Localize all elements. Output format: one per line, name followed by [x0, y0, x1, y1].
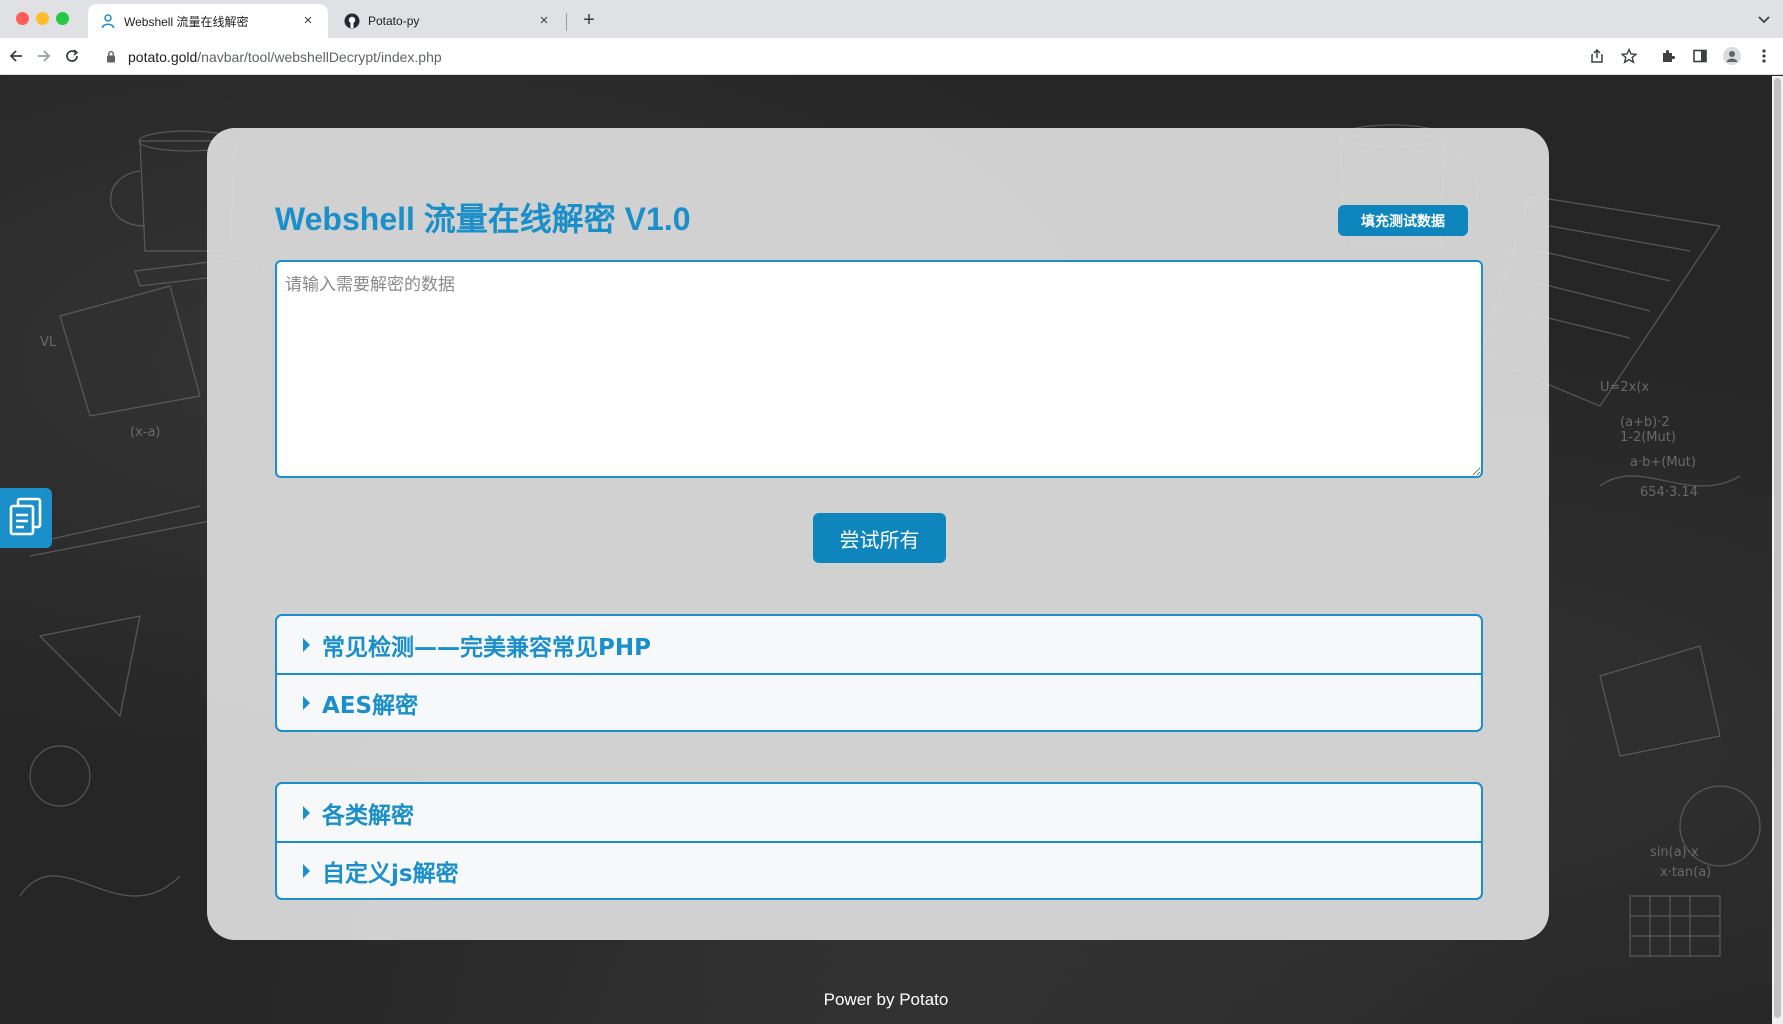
address-bar[interactable]: potato.gold/navbar/tool/webshellDecrypt/…: [104, 43, 1624, 70]
accordion-label: 各类解密: [322, 802, 414, 829]
caret-right-icon: [303, 695, 310, 710]
share-icon[interactable]: [1588, 47, 1606, 65]
tab-close-icon[interactable]: ×: [536, 13, 552, 29]
try-all-button[interactable]: 尝试所有: [813, 513, 946, 563]
reload-icon[interactable]: [62, 46, 82, 66]
window-close-button[interactable]: [16, 12, 29, 25]
side-panel-icon[interactable]: [1691, 47, 1709, 65]
copy-document-icon: [8, 496, 44, 541]
kebab-menu-icon[interactable]: [1755, 47, 1773, 65]
tab-title: Potato-py: [368, 14, 420, 28]
accordion-custom-js-decrypt[interactable]: 自定义js解密: [277, 841, 1481, 898]
svg-text:U=2x(x: U=2x(x: [1600, 380, 1649, 395]
scrollbar-thumb[interactable]: [1774, 78, 1781, 1018]
browser-tab-potato-py[interactable]: Potato-py ×: [332, 4, 564, 38]
copy-side-button[interactable]: [0, 488, 52, 548]
caret-right-icon: [303, 637, 310, 652]
back-arrow-icon[interactable]: [6, 46, 26, 66]
svg-text:a·b+(Mut): a·b+(Mut): [1630, 455, 1696, 470]
svg-text:1-2(Mut): 1-2(Mut): [1620, 430, 1676, 445]
caret-right-icon: [303, 805, 310, 820]
accordion-aes-decrypt[interactable]: AES解密: [277, 673, 1481, 730]
accordion-group-primary: 常见检测——完美兼容常见PHP AES解密: [275, 614, 1483, 732]
svg-text:654·3.14: 654·3.14: [1640, 485, 1698, 500]
new-tab-icon[interactable]: +: [578, 9, 600, 31]
main-card: Webshell 流量在线解密 V1.0 填充测试数据 尝试所有 常见检测——完…: [207, 128, 1549, 940]
browser-tab-webshell[interactable]: Webshell 流量在线解密 ×: [88, 4, 328, 38]
url-path: /navbar/tool/webshellDecrypt/index.php: [197, 48, 442, 65]
accordion-label: 常见检测——完美兼容常见PHP: [322, 634, 651, 661]
decrypt-data-input[interactable]: [275, 260, 1483, 478]
url-host: potato.gold: [128, 48, 198, 65]
footer-credit: Power by Potato: [823, 990, 949, 1009]
accordion-various-decrypt[interactable]: 各类解密: [277, 784, 1481, 841]
accordion-common-detection[interactable]: 常见检测——完美兼容常见PHP: [277, 616, 1481, 673]
lock-icon: [104, 50, 118, 64]
accordion-label: 自定义js解密: [322, 860, 459, 887]
tab-separator: [566, 13, 567, 31]
svg-text:x·tan(a): x·tan(a): [1660, 865, 1711, 880]
tab-title: Webshell 流量在线解密: [124, 14, 249, 29]
shield-person-icon: [100, 13, 116, 29]
caret-right-icon: [303, 863, 310, 878]
window-zoom-button[interactable]: [56, 12, 69, 25]
svg-text:(a+b)·2: (a+b)·2: [1620, 415, 1670, 430]
extensions-puzzle-icon[interactable]: [1659, 47, 1677, 65]
profile-avatar-icon[interactable]: [1723, 47, 1741, 65]
bookmark-star-icon[interactable]: [1620, 47, 1638, 65]
page-title: Webshell 流量在线解密 V1.0: [275, 201, 691, 237]
github-icon: [344, 13, 360, 29]
chevron-down-icon[interactable]: [1755, 10, 1773, 28]
fill-test-data-button[interactable]: 填充测试数据: [1338, 205, 1468, 236]
window-minimize-button[interactable]: [36, 12, 49, 25]
browser-tab-bar: Webshell 流量在线解密 × Potato-py × +: [0, 0, 1783, 38]
tab-close-icon[interactable]: ×: [300, 13, 316, 29]
accordion-group-secondary: 各类解密 自定义js解密: [275, 782, 1483, 900]
accordion-label: AES解密: [322, 692, 419, 719]
svg-text:VL: VL: [40, 335, 57, 350]
browser-toolbar: potato.gold/navbar/tool/webshellDecrypt/…: [0, 38, 1783, 75]
svg-text:sin(a)·x: sin(a)·x: [1650, 845, 1699, 860]
forward-arrow-icon[interactable]: [34, 46, 54, 66]
page-scrollbar[interactable]: [1772, 76, 1783, 1024]
page-viewport: U=2x(x 1-2(Mut) a·b+(Mut) (a+b)·2 654·3.…: [0, 76, 1772, 1024]
svg-text:(x-a): (x-a): [130, 425, 161, 440]
